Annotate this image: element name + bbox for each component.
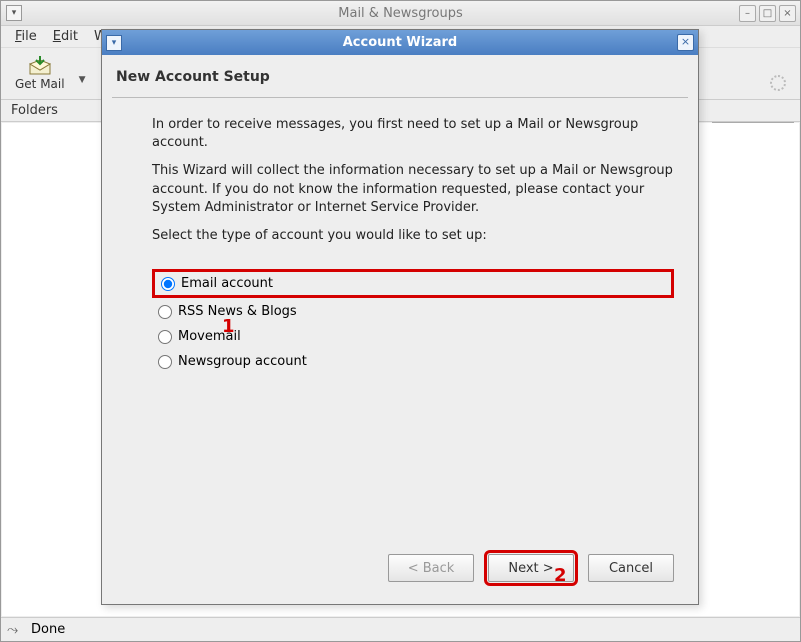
folders-label: Folders <box>11 103 58 118</box>
dialog-text: In order to receive messages, you first … <box>112 98 688 255</box>
intro-para-2: This Wizard will collect the information… <box>152 162 674 217</box>
getmail-button[interactable]: Get Mail <box>9 54 71 93</box>
dialog-title: Account Wizard <box>102 35 698 50</box>
intro-para-3: Select the type of account you would lik… <box>152 227 674 245</box>
dialog-titlebar[interactable]: ▾ Account Wizard × <box>102 30 698 55</box>
connection-icon[interactable]: ⤳ <box>7 622 23 638</box>
cancel-button[interactable]: Cancel <box>588 554 674 582</box>
menu-file[interactable]: File <box>9 27 43 46</box>
radio-rss-input[interactable] <box>158 305 172 319</box>
back-button: < Back <box>388 554 474 582</box>
radio-movemail-input[interactable] <box>158 330 172 344</box>
close-button[interactable]: × <box>779 5 796 22</box>
window-title: Mail & Newsgroups <box>1 6 800 21</box>
dialog-close-button[interactable]: × <box>677 34 694 51</box>
maximize-button[interactable]: □ <box>759 5 776 22</box>
minimize-button[interactable]: – <box>739 5 756 22</box>
getmail-label: Get Mail <box>15 77 65 91</box>
intro-para-1: In order to receive messages, you first … <box>152 116 674 152</box>
radio-email-input[interactable] <box>161 277 175 291</box>
dialog-heading: New Account Setup <box>112 69 688 98</box>
dialog-body: New Account Setup In order to receive me… <box>102 55 698 604</box>
radio-newsgroup-label: Newsgroup account <box>178 354 307 369</box>
account-wizard-dialog: ▾ Account Wizard × New Account Setup In … <box>101 29 699 605</box>
getmail-icon <box>26 56 54 76</box>
activity-spinner-icon <box>770 75 786 91</box>
radio-email-account[interactable]: Email account <box>152 269 674 298</box>
status-text: Done <box>31 622 65 637</box>
statusbar: ⤳ Done <box>1 617 800 641</box>
radio-email-label: Email account <box>181 276 273 291</box>
getmail-dropdown-icon[interactable]: ▼ <box>79 63 88 85</box>
radio-rss-label: RSS News & Blogs <box>178 304 297 319</box>
radio-newsgroup-input[interactable] <box>158 355 172 369</box>
annotation-1: 1 <box>222 316 235 337</box>
main-titlebar[interactable]: ▾ Mail & Newsgroups – □ × <box>1 1 800 26</box>
radio-newsgroup[interactable]: Newsgroup account <box>152 350 674 373</box>
annotation-2: 2 <box>554 565 567 586</box>
dialog-footer: < Back Next > Cancel <box>112 542 688 594</box>
menu-edit[interactable]: Edit <box>47 27 84 46</box>
